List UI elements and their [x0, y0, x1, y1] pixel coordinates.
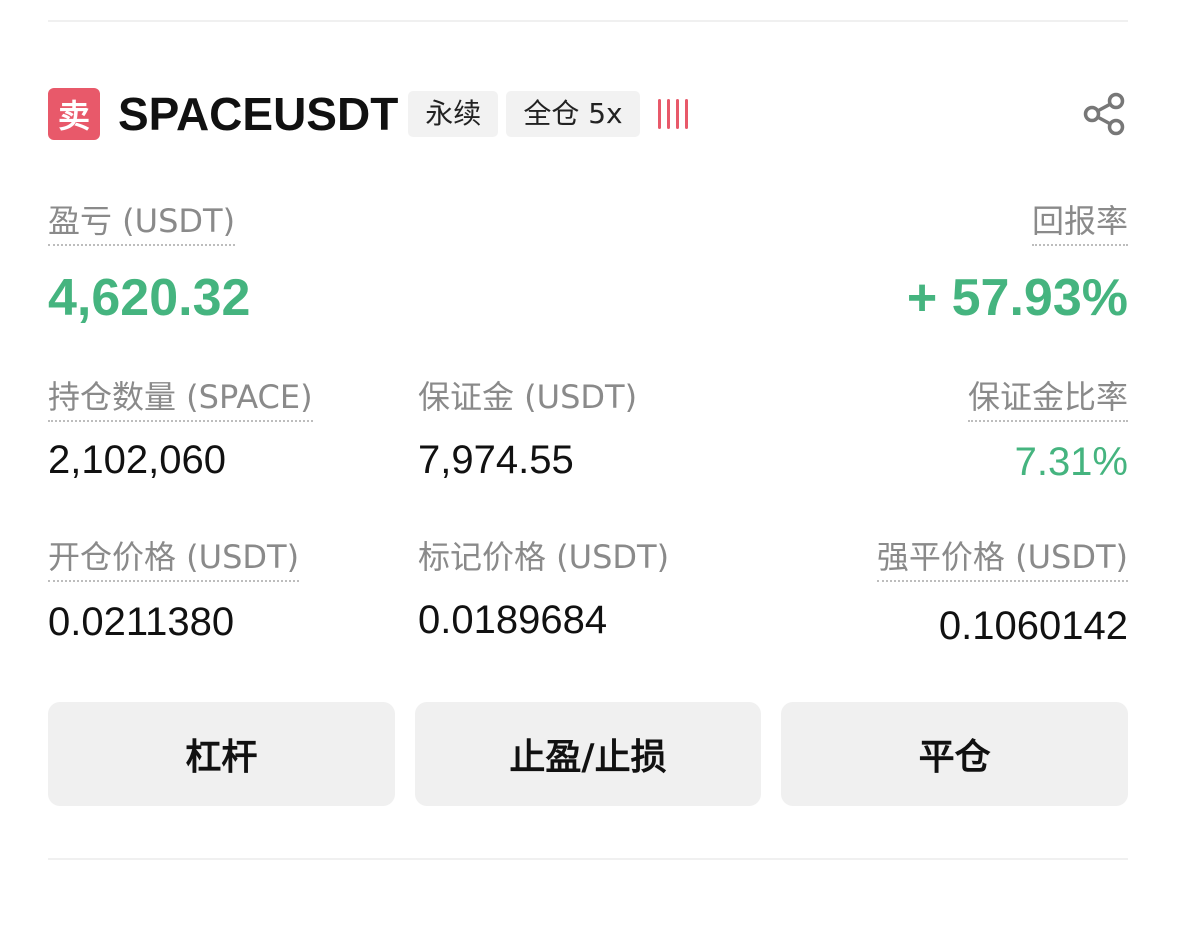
position-size-value: 2,102,060 — [48, 438, 226, 482]
position-size-label[interactable]: 持仓数量 (SPACE) — [48, 372, 313, 422]
risk-warning-icon — [657, 97, 688, 131]
share-icon[interactable] — [1082, 91, 1128, 137]
entry-price-value: 0.0211380 — [48, 600, 235, 644]
liq-price-label[interactable]: 强平价格 (USDT) — [876, 532, 1128, 582]
liq-price-value: 0.1060142 — [938, 604, 1128, 648]
symbol-name[interactable]: SPACEUSDT — [118, 87, 398, 141]
position-card: 卖 SPACEUSDT 永续 全仓 5x 盈亏 (USDT) 4,620.32 … — [0, 0, 1179, 936]
position-header: 卖 SPACEUSDT 永续 全仓 5x — [48, 86, 1128, 142]
pnl-label[interactable]: 盈亏 (USDT) — [48, 196, 236, 246]
leverage-button[interactable]: 杠杆 — [48, 702, 395, 806]
mark-price-value: 0.0189684 — [418, 598, 608, 642]
tp-sl-button[interactable]: 止盈/止损 — [414, 702, 762, 806]
sell-side-badge: 卖 — [48, 88, 100, 140]
action-buttons: 杠杆 止盈/止损 平仓 — [48, 702, 1129, 806]
close-position-button[interactable]: 平仓 — [781, 702, 1129, 806]
margin-ratio-value: 7.31% — [1014, 440, 1128, 484]
roe-label[interactable]: 回报率 — [1031, 196, 1128, 246]
margin-ratio-label[interactable]: 保证金比率 — [967, 372, 1128, 422]
margin-mode-tag: 全仓 5x — [506, 91, 640, 137]
margin-label: 保证金 (USDT) — [418, 378, 638, 416]
roe-value: + 57.93% — [906, 269, 1128, 327]
contract-type-tag: 永续 — [408, 91, 499, 137]
top-divider — [48, 20, 1128, 22]
entry-price-label[interactable]: 开仓价格 (USDT) — [48, 532, 300, 582]
bottom-divider — [48, 858, 1128, 860]
margin-value: 7,974.55 — [418, 438, 574, 482]
mark-price-label: 标记价格 (USDT) — [418, 538, 670, 576]
pnl-value: 4,620.32 — [48, 269, 251, 327]
